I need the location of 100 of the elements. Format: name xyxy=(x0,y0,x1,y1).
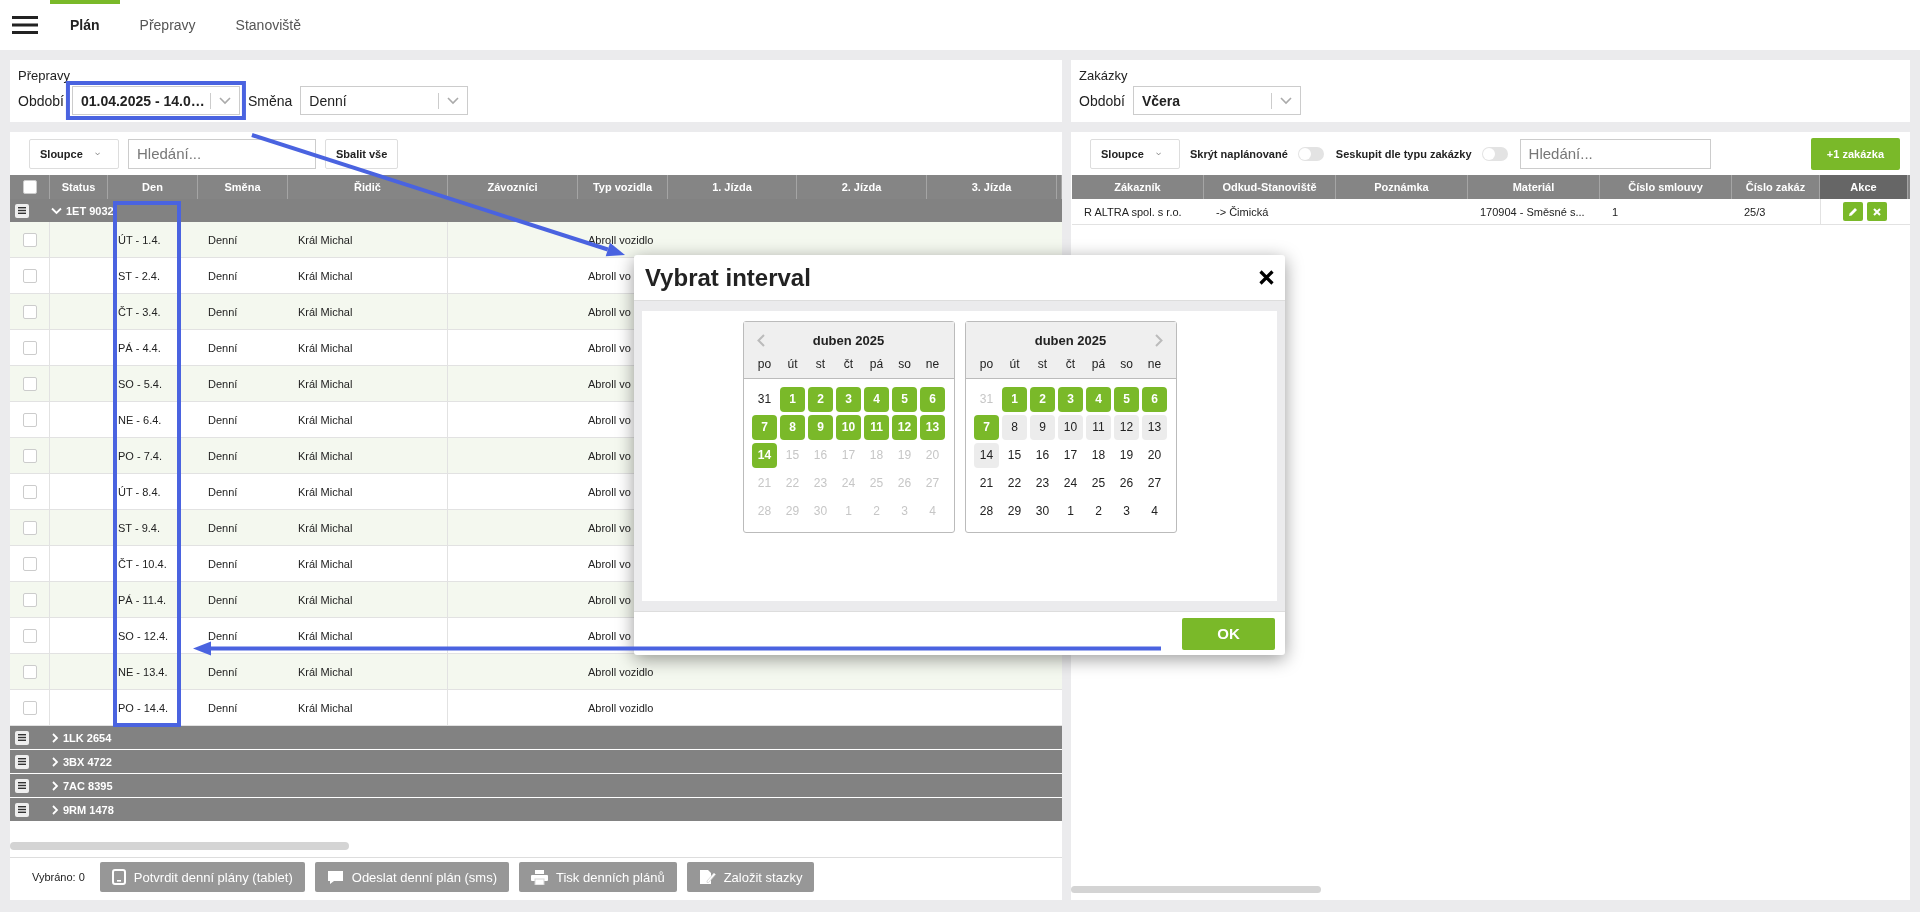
calendar-day[interactable]: 15 xyxy=(1002,442,1027,468)
toggle-switch[interactable] xyxy=(1297,146,1324,161)
row-checkbox[interactable] xyxy=(22,664,37,679)
calendar-day[interactable]: 25 xyxy=(1086,470,1111,496)
calendar-day[interactable]: 11 xyxy=(1086,414,1111,440)
calendar-day[interactable]: 4 xyxy=(864,386,889,412)
calendar-day[interactable]: 24 xyxy=(1058,470,1083,496)
delete-button[interactable] xyxy=(1866,202,1887,221)
calendar-day[interactable]: 26 xyxy=(1114,470,1139,496)
calendar-day[interactable]: 22 xyxy=(1002,470,1027,496)
calendar-day[interactable]: 4 xyxy=(1142,498,1167,524)
calendar-day[interactable]: 7 xyxy=(752,414,777,440)
calendar-day[interactable]: 14 xyxy=(974,442,999,468)
collapse-all-button[interactable]: Sbalit vše xyxy=(325,138,399,169)
close-icon[interactable] xyxy=(1259,270,1274,285)
row-checkbox[interactable] xyxy=(22,556,37,571)
calendar-day[interactable]: 29 xyxy=(1002,498,1027,524)
group-row[interactable]: 7AC 8395 xyxy=(10,774,1062,798)
calendar-day[interactable]: 9 xyxy=(808,414,833,440)
calendar-day[interactable]: 28 xyxy=(974,498,999,524)
nav-tab[interactable]: Stanoviště xyxy=(215,0,321,50)
row-checkbox[interactable] xyxy=(22,592,37,607)
calendar-day[interactable]: 10 xyxy=(836,414,861,440)
row-checkbox[interactable] xyxy=(22,268,37,283)
calendar-day[interactable]: 23 xyxy=(1030,470,1055,496)
calendar-day[interactable]: 31 xyxy=(752,386,777,412)
calendar-day[interactable]: 30 xyxy=(1030,498,1055,524)
calendar-day[interactable]: 13 xyxy=(920,414,945,440)
calendar-day[interactable]: 1 xyxy=(780,386,805,412)
calendar-day[interactable]: 7 xyxy=(974,414,999,440)
row-checkbox[interactable] xyxy=(22,340,37,355)
calendar-day[interactable]: 8 xyxy=(780,414,805,440)
chevron-left-icon[interactable] xyxy=(756,333,765,347)
dropdown-field[interactable]: 01.04.2025 - 14.0… xyxy=(71,86,240,115)
calendar-day[interactable]: 3 xyxy=(1114,498,1139,524)
add-order-button[interactable]: +1 zakázka xyxy=(1810,137,1900,170)
column-header[interactable]: Akce xyxy=(1820,175,1908,199)
row-checkbox[interactable] xyxy=(22,412,37,427)
calendar-day[interactable]: 21 xyxy=(974,470,999,496)
columns-dropdown[interactable]: Sloupce xyxy=(1090,138,1180,169)
field-label: Období xyxy=(18,92,64,109)
scrollbar-thumb[interactable] xyxy=(10,842,349,850)
chevron-right-icon[interactable] xyxy=(1154,333,1163,347)
dropdown-field[interactable]: Denní xyxy=(300,86,469,115)
row-menu-button[interactable] xyxy=(15,754,29,769)
calendar-day[interactable]: 3 xyxy=(836,386,861,412)
scrollbar-thumb[interactable] xyxy=(1071,886,1321,893)
calendar-day[interactable]: 16 xyxy=(1030,442,1055,468)
ok-button[interactable]: OK xyxy=(1182,617,1275,650)
calendar-day[interactable]: 8 xyxy=(1002,414,1027,440)
row-checkbox[interactable] xyxy=(22,628,37,643)
row-checkbox[interactable] xyxy=(22,232,37,247)
calendar-day[interactable]: 10 xyxy=(1058,414,1083,440)
calendar-day[interactable]: 13 xyxy=(1142,414,1167,440)
menu-icon[interactable] xyxy=(12,16,38,34)
calendar-day[interactable]: 6 xyxy=(1142,386,1167,412)
calendar-day[interactable]: 6 xyxy=(920,386,945,412)
calendar-day[interactable]: 1 xyxy=(1058,498,1083,524)
row-checkbox[interactable] xyxy=(22,700,37,715)
search-field[interactable]: Hledání... xyxy=(1519,138,1711,169)
row-menu-button[interactable] xyxy=(15,802,29,817)
calendar-day[interactable]: 20 xyxy=(1142,442,1167,468)
group-row[interactable]: 1ET 9032 xyxy=(10,199,1062,222)
columns-dropdown[interactable]: Sloupce xyxy=(29,138,119,169)
toggle-switch[interactable] xyxy=(1481,146,1508,161)
row-checkbox[interactable] xyxy=(22,484,37,499)
calendar-day[interactable]: 9 xyxy=(1030,414,1055,440)
calendar-day[interactable]: 2 xyxy=(1086,498,1111,524)
row-menu-button[interactable] xyxy=(15,778,29,793)
row-checkbox[interactable] xyxy=(22,448,37,463)
calendar-day[interactable]: 4 xyxy=(1086,386,1111,412)
row-menu-button[interactable] xyxy=(15,730,29,745)
calendar-day[interactable]: 14 xyxy=(752,442,777,468)
calendar-day[interactable]: 5 xyxy=(892,386,917,412)
calendar-day[interactable]: 12 xyxy=(1114,414,1139,440)
calendar-day[interactable]: 12 xyxy=(892,414,917,440)
calendar-day[interactable]: 2 xyxy=(1030,386,1055,412)
group-row[interactable]: 9RM 1478 xyxy=(10,798,1062,822)
row-checkbox[interactable] xyxy=(22,376,37,391)
calendar-day[interactable]: 19 xyxy=(1114,442,1139,468)
search-field[interactable]: Hledání... xyxy=(128,138,316,169)
field-label: Směna xyxy=(247,92,293,109)
dropdown-field[interactable]: Včera xyxy=(1132,86,1301,115)
calendar-day[interactable]: 3 xyxy=(1058,386,1083,412)
calendar-day[interactable]: 18 xyxy=(1086,442,1111,468)
group-row[interactable]: 1LK 2654 xyxy=(10,726,1062,750)
calendar-day[interactable]: 27 xyxy=(1142,470,1167,496)
select-all-checkbox[interactable] xyxy=(22,180,37,194)
calendar-day[interactable]: 5 xyxy=(1114,386,1139,412)
row-checkbox[interactable] xyxy=(22,304,37,319)
row-menu-button[interactable] xyxy=(15,203,29,218)
row-checkbox[interactable] xyxy=(22,520,37,535)
nav-tab[interactable]: Přepravy xyxy=(119,0,216,50)
nav-tab[interactable]: Plán xyxy=(50,0,120,50)
calendar-day[interactable]: 2 xyxy=(808,386,833,412)
calendar-day[interactable]: 11 xyxy=(864,414,889,440)
edit-button[interactable] xyxy=(1842,202,1863,221)
calendar-day[interactable]: 17 xyxy=(1058,442,1083,468)
group-row[interactable]: 3BX 4722 xyxy=(10,750,1062,774)
calendar-day[interactable]: 1 xyxy=(1002,386,1027,412)
